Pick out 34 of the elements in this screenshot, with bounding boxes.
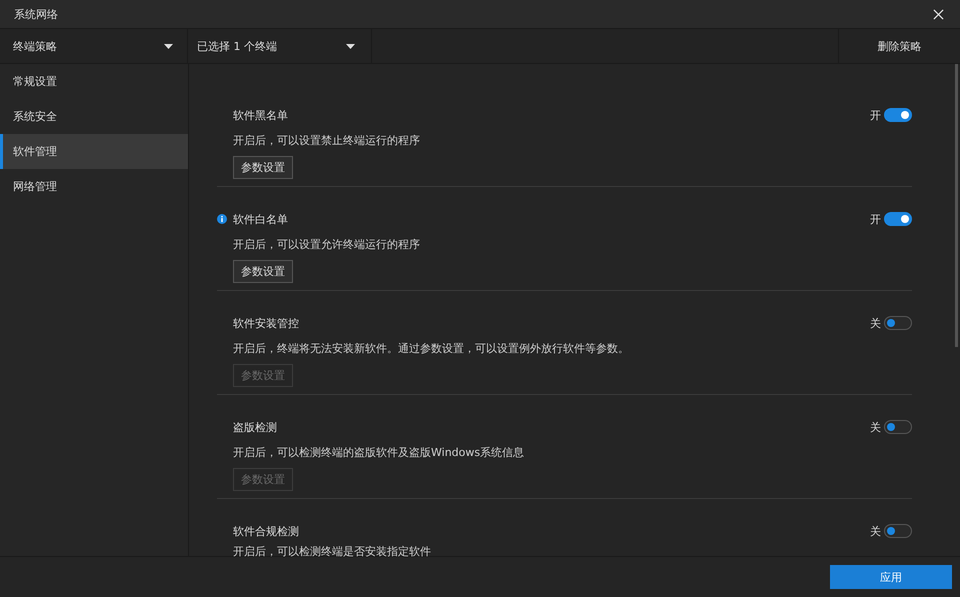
apply-button[interactable]: 应用: [830, 565, 952, 589]
toggle-label: 关: [870, 524, 881, 538]
section-description: 开启后，终端将无法安装新软件。通过参数设置，可以设置例外放行软件等参数。: [233, 341, 630, 356]
terminal-dropdown[interactable]: 已选择 1 个终端: [188, 29, 372, 63]
toggle-switch[interactable]: [884, 524, 912, 538]
window-title: 系统网络: [14, 6, 58, 22]
close-icon[interactable]: [933, 8, 944, 20]
section-description: 开启后，可以设置禁止终端运行的程序: [233, 133, 421, 148]
delete-policy-button[interactable]: 删除策略: [839, 29, 960, 63]
policy-dropdown[interactable]: 终端策略: [0, 29, 188, 63]
sidebar-item[interactable]: 软件管理: [0, 134, 188, 169]
info-icon: [217, 214, 227, 224]
toggle-switch[interactable]: [884, 212, 912, 226]
section-title: 盗版检测: [233, 420, 278, 434]
caret-icon: [346, 44, 355, 48]
section-description: 开启后，可以检测终端的盗版软件及盗版Windows系统信息: [233, 445, 526, 460]
settings-button[interactable]: 参数设置: [233, 156, 293, 179]
section-description: 开启后，可以设置允许终端运行的程序: [233, 237, 421, 252]
section-title: 软件黑名单: [233, 108, 289, 122]
toggle-label: 开: [870, 212, 881, 226]
section-title: 软件安装管控: [233, 316, 300, 330]
toggle-label: 关: [870, 316, 881, 330]
sidebar-item[interactable]: 常规设置: [0, 64, 188, 99]
settings-button[interactable]: 参数设置: [233, 260, 293, 283]
section-title: 软件合规检测: [233, 524, 300, 538]
sidebar-item[interactable]: 系统安全: [0, 99, 188, 134]
sidebar-item[interactable]: 网络管理: [0, 169, 188, 204]
toggle-label: 开: [870, 108, 881, 122]
scrollbar-thumb[interactable]: [955, 64, 958, 347]
section-description: 开启后，可以检测终端是否安装指定软件: [233, 544, 432, 559]
toggle-switch[interactable]: [884, 108, 912, 122]
section-title: 软件白名单: [233, 212, 289, 226]
toggle-label: 关: [870, 420, 881, 434]
caret-icon: [164, 44, 173, 48]
